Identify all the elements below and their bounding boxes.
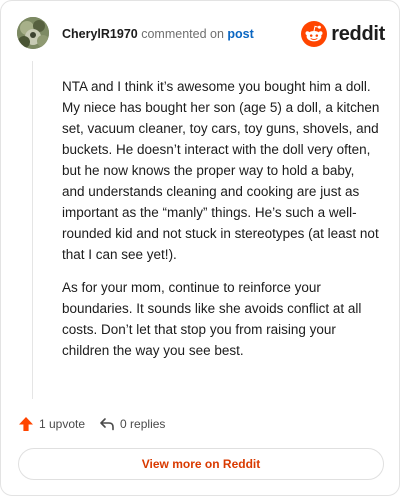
upvote-arrow-icon xyxy=(19,417,33,431)
reply-arrow-icon xyxy=(100,418,114,431)
reddit-wordmark: reddit xyxy=(331,22,385,45)
post-link[interactable]: post xyxy=(227,27,253,41)
reddit-logo[interactable]: reddit xyxy=(301,21,385,47)
upvote-button[interactable]: 1 upvote xyxy=(18,416,85,432)
comment-paragraph: As for your mom, continue to reinforce y… xyxy=(62,280,362,358)
action-text: commented on xyxy=(141,27,224,41)
replies-count: 0 replies xyxy=(120,417,166,431)
view-more-button[interactable]: View more on Reddit xyxy=(18,448,384,480)
embedded-comment-card: CherylR1970 commented on post reddit NTA… xyxy=(0,0,400,496)
avatar-image xyxy=(17,17,49,49)
replies-button[interactable]: 0 replies xyxy=(99,416,165,432)
comment-actions: 1 upvote 0 replies xyxy=(18,415,179,433)
comment-header: CherylR1970 commented on post reddit xyxy=(17,17,385,51)
byline: CherylR1970 commented on post xyxy=(62,26,254,42)
upvote-count: 1 upvote xyxy=(39,417,86,431)
reddit-snoo-icon xyxy=(301,21,328,47)
comment-paragraph: NTA and I think it’s awesome you bought … xyxy=(62,79,380,262)
thread-line xyxy=(32,61,33,399)
comment-body: NTA and I think it’s awesome you bought … xyxy=(62,76,380,373)
avatar[interactable] xyxy=(17,17,49,49)
username[interactable]: CherylR1970 xyxy=(62,27,138,41)
